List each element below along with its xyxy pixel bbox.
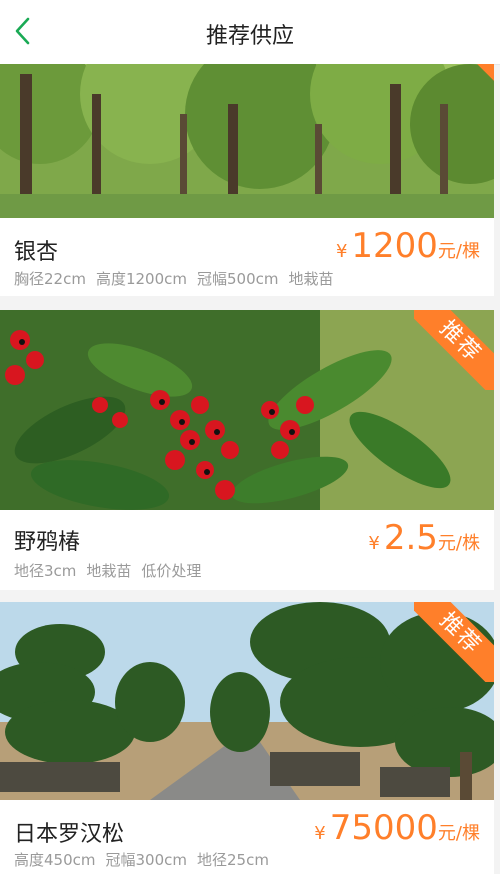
page-title: 推荐供应 xyxy=(205,24,294,49)
recommend-badge: 推荐 xyxy=(414,310,494,390)
top-bar: 推荐供应 xyxy=(0,0,500,65)
product-name: 银杏 xyxy=(14,240,59,265)
product-specs: 胸径22cm 高度1200cm 冠幅500cm 地栽苗 xyxy=(14,270,334,288)
product-price: ¥2.5元/株 xyxy=(368,518,480,558)
product-name: 野鸦椿 xyxy=(14,530,81,555)
product-price: ¥75000元/棵 xyxy=(314,808,480,848)
product-price: ¥1200元/棵 xyxy=(335,226,480,266)
product-specs: 地径3cm 地栽苗 低价处理 xyxy=(14,562,202,580)
product-name: 日本罗汉松 xyxy=(14,822,125,847)
product-photo: 推荐 xyxy=(0,310,494,510)
supply-card-euscaphis[interactable]: 推荐 野鸦椿 ¥2.5元/株 地径3cm 地栽苗 低价处理 xyxy=(0,310,494,590)
supply-card-podocarpus[interactable]: 推荐 日本罗汉松 ¥75000元/棵 高度450cm 冠幅300cm 地径25cm xyxy=(0,602,494,874)
product-photo: 推荐 xyxy=(0,602,494,800)
supply-card-ginkgo[interactable]: 银杏 ¥1200元/棵 胸径22cm 高度1200cm 冠幅500cm 地栽苗 xyxy=(0,64,494,296)
recommend-badge: 推荐 xyxy=(414,602,494,682)
product-specs: 高度450cm 冠幅300cm 地径25cm xyxy=(14,851,269,869)
product-photo xyxy=(0,64,494,218)
